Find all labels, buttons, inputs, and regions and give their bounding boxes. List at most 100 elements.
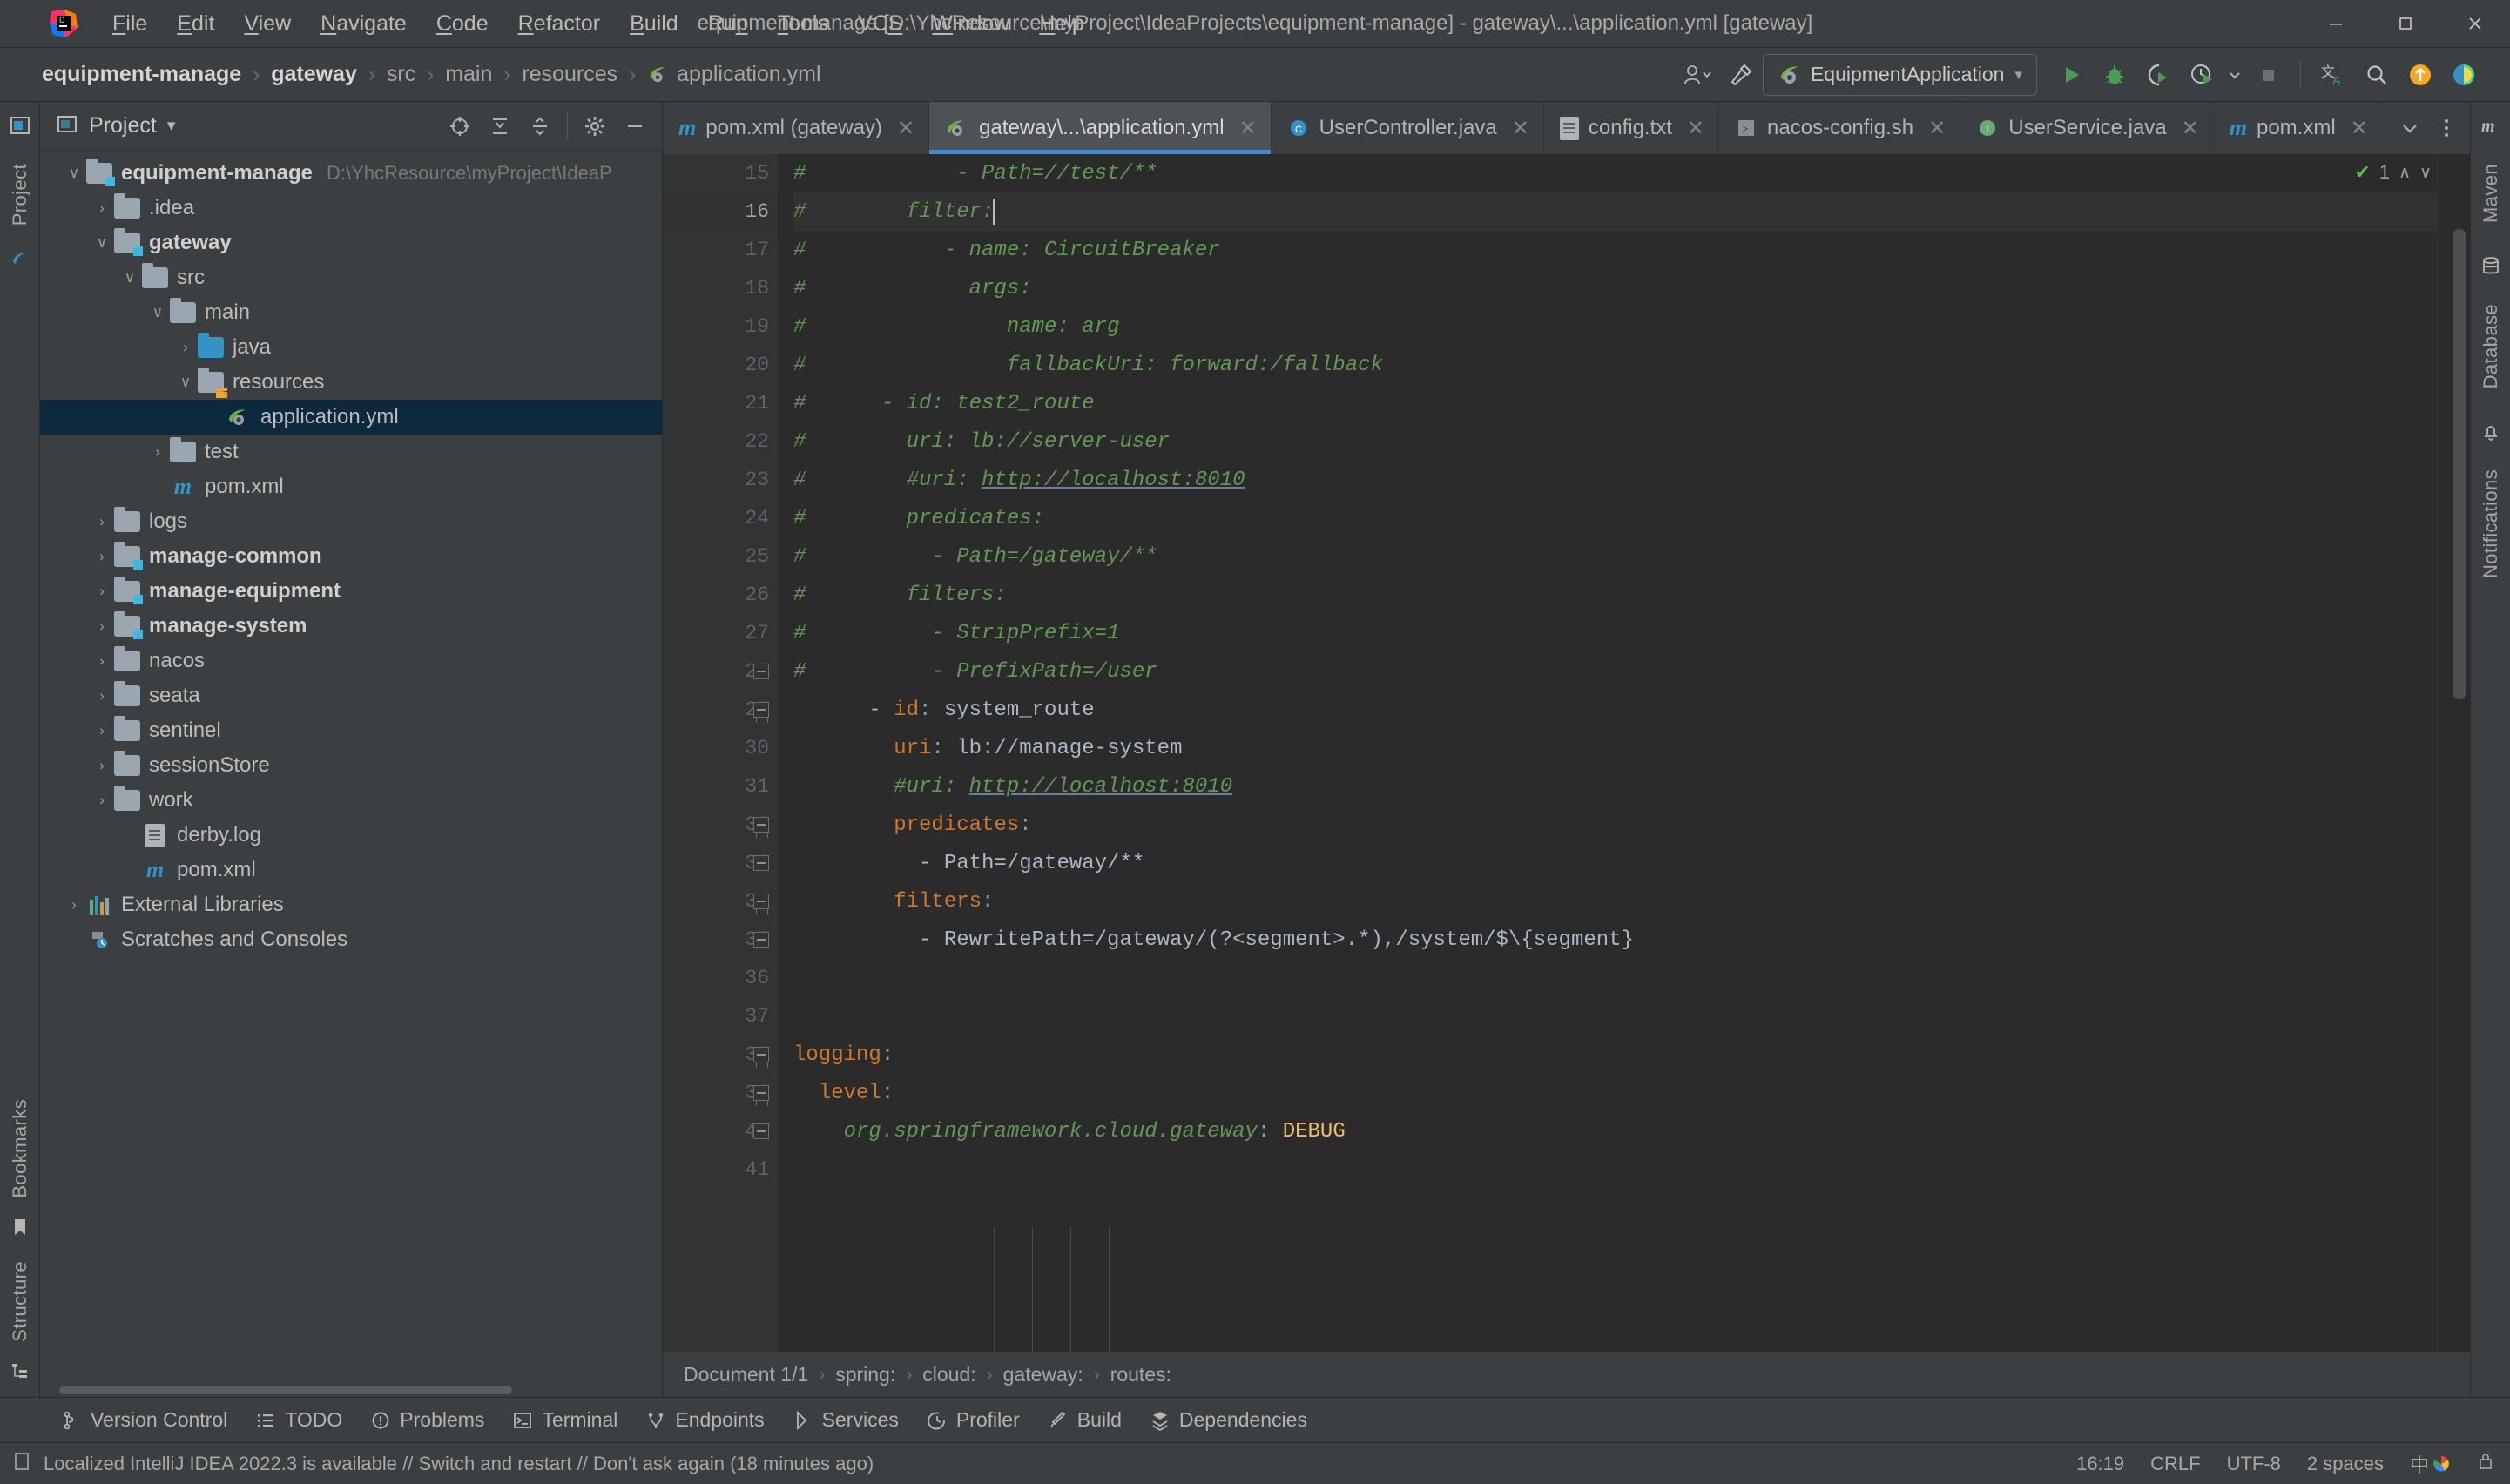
code-line[interactable]: # args: bbox=[793, 269, 2437, 307]
code-line[interactable] bbox=[793, 1150, 2437, 1189]
close-tab-icon[interactable]: ✕ bbox=[1928, 116, 1946, 141]
tree-item-resources[interactable]: ∨ resources bbox=[40, 365, 662, 400]
code-line[interactable]: - RewritePath=/gateway/(?<segment>.*),/s… bbox=[793, 921, 2437, 959]
code-line[interactable]: uri: lb://manage-system bbox=[793, 729, 2437, 767]
settings-gear-icon[interactable] bbox=[577, 108, 613, 145]
collapse-all-icon[interactable] bbox=[522, 108, 558, 145]
close-button[interactable] bbox=[2440, 0, 2510, 48]
project-panel-chevron-down-icon[interactable]: ▾ bbox=[167, 116, 176, 136]
editor-breadcrumb-item[interactable]: spring: bbox=[835, 1363, 895, 1386]
chevron-right-icon[interactable]: › bbox=[91, 757, 113, 774]
code-line[interactable]: filters: bbox=[793, 882, 2437, 921]
indent-widget[interactable]: 2 spaces bbox=[2307, 1453, 2384, 1475]
chevron-right-icon[interactable]: › bbox=[91, 513, 113, 530]
tool-window-version-control[interactable]: Version Control bbox=[47, 1404, 241, 1436]
line-separator-widget[interactable]: CRLF bbox=[2150, 1453, 2200, 1475]
chevron-right-icon[interactable]: › bbox=[91, 548, 113, 565]
tree-item-work[interactable]: › work bbox=[40, 783, 662, 818]
code-line[interactable]: logging: bbox=[793, 1035, 2437, 1074]
menu-navigate[interactable]: Navigate bbox=[306, 8, 422, 40]
status-message[interactable]: Localized IntelliJ IDEA 2022.3 is availa… bbox=[44, 1453, 874, 1475]
code-line[interactable]: # - id: test2_route bbox=[793, 384, 2437, 422]
chevron-right-icon[interactable]: › bbox=[174, 339, 197, 356]
breadcrumb-item-gateway[interactable]: gateway bbox=[271, 62, 357, 87]
hide-panel-icon[interactable] bbox=[617, 108, 653, 145]
fold-toggle-icon[interactable] bbox=[753, 1085, 769, 1106]
search-everywhere-icon[interactable] bbox=[2355, 53, 2399, 97]
profiler-dropdown-icon[interactable] bbox=[2223, 53, 2246, 97]
tool-window-dependencies[interactable]: Dependencies bbox=[1136, 1404, 1321, 1436]
code-line[interactable] bbox=[793, 959, 2437, 997]
editor-tab-gateway-----application-yml[interactable]: gateway\...\application.yml ✕ bbox=[929, 102, 1272, 154]
rail-label-structure[interactable]: Structure bbox=[9, 1254, 31, 1349]
chevron-right-icon[interactable]: › bbox=[91, 199, 113, 217]
fold-toggle-icon[interactable] bbox=[753, 1047, 769, 1068]
tool-window-todo[interactable]: TODO bbox=[241, 1404, 356, 1436]
stop-button[interactable] bbox=[2246, 53, 2290, 97]
editor-gutter[interactable]: 1516171819202122232425262728293031323334… bbox=[663, 154, 778, 1352]
code-line[interactable]: level: bbox=[793, 1074, 2437, 1112]
maximize-button[interactable] bbox=[2371, 0, 2440, 48]
rail-label-bookmarks[interactable]: Bookmarks bbox=[9, 1092, 31, 1205]
menu-code[interactable]: Code bbox=[422, 8, 503, 40]
project-tree[interactable]: ∨ equipment-manage D:\YhcResource\myProjec… bbox=[40, 151, 662, 1383]
editor-tab-pom-xml[interactable]: m pom.xml ✕ bbox=[2214, 102, 2383, 154]
tree-item-equipment-manage[interactable]: ∨ equipment-manage D:\YhcResource\myProjec… bbox=[40, 156, 662, 191]
code-line[interactable]: # - Path=/gateway/** bbox=[793, 537, 2437, 576]
code-editor[interactable]: 1516171819202122232425262728293031323334… bbox=[663, 154, 2470, 1352]
code-line[interactable]: - id: system_route bbox=[793, 691, 2437, 729]
menu-tools[interactable]: Tools bbox=[763, 8, 843, 40]
fold-toggle-icon[interactable] bbox=[753, 894, 769, 914]
editor-tab-config-txt[interactable]: config.txt ✕ bbox=[1544, 102, 1720, 154]
chevron-right-icon[interactable]: › bbox=[91, 792, 113, 809]
tool-window-endpoints[interactable]: Endpoints bbox=[631, 1404, 778, 1436]
minimize-button[interactable] bbox=[2301, 0, 2371, 48]
debug-button[interactable] bbox=[2093, 53, 2136, 97]
rail-label-notifications[interactable]: Notifications bbox=[2480, 462, 2502, 585]
rail-label-maven[interactable]: Maven bbox=[2480, 157, 2502, 230]
tree-item-external-libraries[interactable]: › External Libraries bbox=[40, 887, 662, 922]
tree-item-nacos[interactable]: › nacos bbox=[40, 644, 662, 678]
tree-item-gateway[interactable]: ∨ gateway bbox=[40, 226, 662, 260]
chevron-right-icon[interactable]: › bbox=[91, 617, 113, 635]
encoding-widget[interactable]: UTF-8 bbox=[2227, 1453, 2281, 1475]
maven-rail-icon[interactable] bbox=[10, 248, 30, 273]
code-line[interactable] bbox=[793, 997, 2437, 1035]
build-hammer-icon[interactable] bbox=[1719, 53, 1763, 97]
menu-build[interactable]: Build bbox=[615, 8, 693, 40]
select-opened-file-icon[interactable] bbox=[442, 108, 478, 145]
code-line[interactable]: # predicates: bbox=[793, 499, 2437, 537]
editor-breadcrumb-item[interactable]: gateway: bbox=[1003, 1363, 1083, 1386]
tool-window-profiler[interactable]: Profiler bbox=[913, 1404, 1034, 1436]
menu-run[interactable]: Run bbox=[693, 8, 763, 40]
translate-icon[interactable]: 文 A bbox=[2311, 53, 2355, 97]
menu-file[interactable]: File bbox=[98, 8, 162, 40]
rail-label-database[interactable]: Database bbox=[2480, 297, 2502, 395]
chevron-down-icon[interactable]: ∨ bbox=[146, 304, 169, 321]
close-tab-icon[interactable]: ✕ bbox=[2351, 116, 2368, 141]
tree-item-derby-log[interactable]: derby.log bbox=[40, 818, 662, 853]
tree-item-sessionstore[interactable]: › sessionStore bbox=[40, 748, 662, 783]
code-line[interactable]: # - name: CircuitBreaker bbox=[793, 231, 2437, 269]
code-line[interactable]: - Path=/gateway/** bbox=[793, 844, 2437, 882]
notifications-bell-icon[interactable] bbox=[2480, 422, 2501, 447]
chevron-right-icon[interactable]: › bbox=[91, 722, 113, 739]
editor-breadcrumb-item[interactable]: routes: bbox=[1110, 1363, 1171, 1386]
editor-scrollbar[interactable] bbox=[2437, 154, 2470, 1352]
fold-toggle-icon[interactable] bbox=[753, 932, 769, 948]
breadcrumb-item-equipment-manage[interactable]: equipment-manage bbox=[42, 62, 241, 87]
editor-options-icon[interactable] bbox=[2428, 110, 2465, 146]
tree-item-sentinel[interactable]: › sentinel bbox=[40, 713, 662, 748]
fold-toggle-icon[interactable] bbox=[753, 664, 769, 679]
menu-help[interactable]: Help bbox=[1024, 8, 1098, 40]
menu-view[interactable]: View bbox=[229, 8, 306, 40]
fold-toggle-icon[interactable] bbox=[753, 1123, 769, 1139]
tab-list-chevron-down-icon[interactable] bbox=[2392, 110, 2428, 146]
run-configuration-selector[interactable]: EquipmentApplication ▾ bbox=[1762, 53, 2037, 96]
structure-icon[interactable] bbox=[10, 1361, 30, 1385]
close-tab-icon[interactable]: ✕ bbox=[897, 116, 914, 141]
profiler-button[interactable] bbox=[2180, 53, 2223, 97]
tool-window-build[interactable]: Build bbox=[1034, 1404, 1136, 1436]
chevron-right-icon[interactable]: › bbox=[91, 652, 113, 670]
chevron-down-icon[interactable]: ∨ bbox=[118, 269, 141, 287]
